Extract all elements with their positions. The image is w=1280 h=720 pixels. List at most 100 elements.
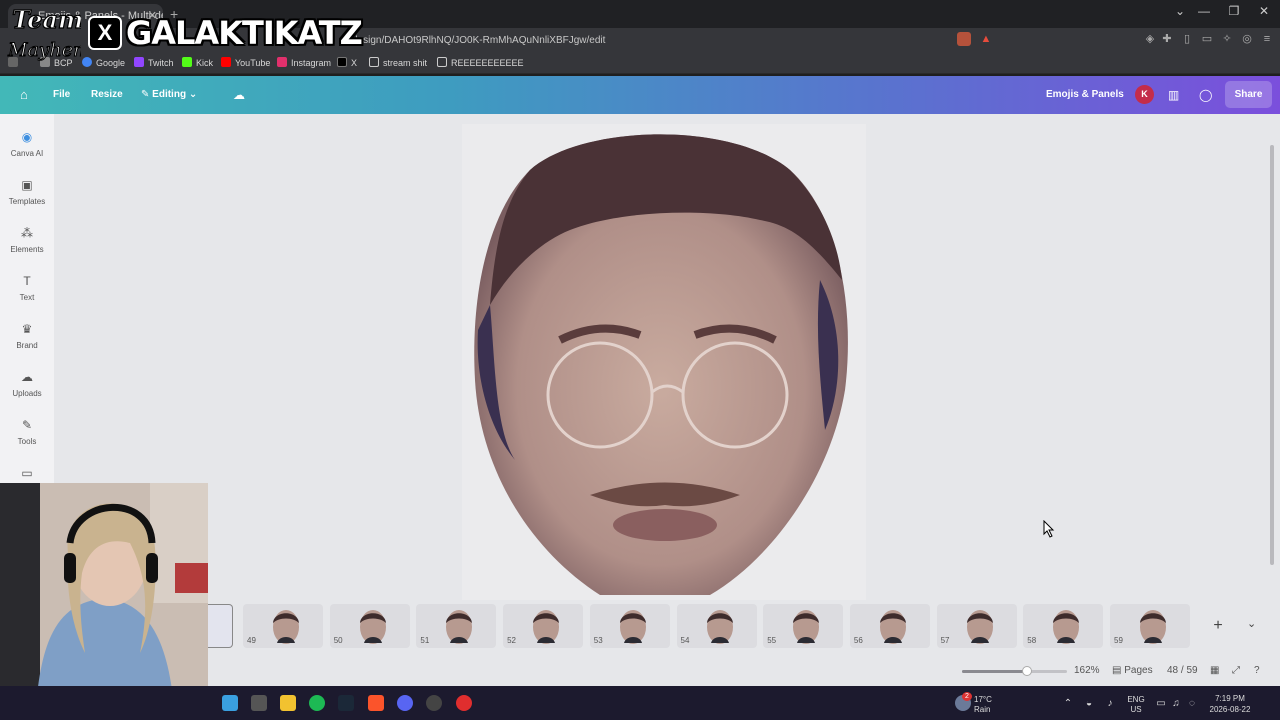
page-thumbnail[interactable]: 54: [676, 604, 757, 648]
weather-badge: 2: [962, 692, 972, 701]
page-thumbnail[interactable]: 52: [503, 604, 584, 648]
language-bottom[interactable]: US: [1126, 705, 1146, 714]
bookmark-label: Kick: [196, 58, 214, 68]
sidebar-item-text[interactable]: T Text: [0, 274, 54, 302]
page-thumbnail-current[interactable]: [208, 604, 233, 648]
file-menu[interactable]: File: [53, 76, 70, 114]
url-field[interactable]: design/DAHOt9RlhNQ/JO0K-RmMhAQuNnliXBFJg…: [352, 32, 952, 50]
pages-button[interactable]: ▤ Pages: [1112, 665, 1153, 676]
google-icon: [82, 57, 92, 67]
canvas-scrollbar[interactable]: [1270, 145, 1274, 565]
bookmark-folder-reee[interactable]: REEEEEEEEEEE: [437, 55, 524, 71]
share-button[interactable]: Share: [1225, 81, 1272, 108]
close-window-button[interactable]: ✕: [1249, 4, 1279, 18]
minimize-button[interactable]: —: [1189, 4, 1219, 18]
pencil-icon: ✎: [141, 89, 153, 100]
bookmark-label: Google: [96, 58, 126, 68]
clock-date[interactable]: 2026-08-22: [1206, 705, 1254, 714]
widgets-icon[interactable]: [222, 695, 238, 711]
sidebar-item-label: Uploads: [12, 389, 42, 398]
vpn-icon[interactable]: ◎: [1240, 32, 1254, 46]
bookmark-youtube[interactable]: YouTube: [221, 55, 270, 71]
notification-icon[interactable]: ◌: [1186, 699, 1198, 709]
sidebar-item-brand[interactable]: ♛ Brand: [0, 322, 54, 350]
sidebar-item-templates[interactable]: ▣ Templates: [0, 178, 54, 206]
calculator-icon[interactable]: [251, 695, 267, 711]
face-cutout-image[interactable]: [470, 130, 852, 600]
chevron-up-icon[interactable]: ⌃: [1062, 699, 1074, 709]
editing-label: Editing: [152, 89, 187, 100]
avatar[interactable]: K: [1135, 85, 1154, 104]
fullscreen-icon[interactable]: ⤢: [1232, 665, 1240, 676]
microphone-icon[interactable]: ♪: [1104, 699, 1116, 709]
editor-sidebar: ◉ Canva AI ▣ Templates ⁂ Elements T Text…: [0, 114, 54, 484]
help-icon[interactable]: ?: [1254, 665, 1260, 676]
leo-icon[interactable]: ✧: [1220, 32, 1234, 46]
language-top[interactable]: ENG: [1126, 695, 1146, 704]
grid-view-icon[interactable]: ▦: [1210, 665, 1219, 676]
file-explorer-icon[interactable]: [280, 695, 296, 711]
page-thumbnail[interactable]: 49: [243, 604, 323, 648]
chevron-down-icon[interactable]: ⌄: [1247, 617, 1256, 630]
resize-button[interactable]: Resize: [91, 76, 123, 114]
bookmark-google[interactable]: Google: [82, 55, 125, 71]
sidebar-item-tools[interactable]: ✎ Tools: [0, 418, 54, 446]
page-thumbnail[interactable]: 55: [763, 604, 844, 648]
network-tray-icon[interactable]: ◒: [1083, 699, 1095, 709]
add-page-button[interactable]: +: [1207, 615, 1229, 637]
page-thumbnail[interactable]: 56: [849, 604, 930, 648]
cloud-save-icon[interactable]: ☁: [233, 76, 245, 114]
thumbnail-face-image: [359, 610, 386, 644]
pages-icon: ▤: [1112, 665, 1125, 676]
display-icon[interactable]: ▭: [1155, 699, 1167, 709]
streamlabs-icon[interactable]: [456, 695, 472, 711]
clock-time[interactable]: 7:19 PM: [1206, 694, 1254, 703]
page-number: 55: [767, 636, 777, 645]
menu-icon[interactable]: ≡: [1260, 32, 1274, 46]
extension-icon[interactable]: ◈: [1143, 32, 1157, 46]
page-thumbnail[interactable]: 58: [1023, 604, 1104, 648]
sidebar-item-uploads[interactable]: ☁ Uploads: [0, 370, 54, 398]
editing-mode-button[interactable]: ✎ Editing ⌄: [141, 76, 197, 114]
home-icon[interactable]: ⌂: [20, 76, 28, 114]
sidebar-item-elements[interactable]: ⁂ Elements: [0, 226, 54, 254]
brave-shield-icon[interactable]: [957, 32, 971, 46]
weather-desc: Rain: [974, 705, 991, 714]
bookmark-kick[interactable]: Kick: [182, 55, 213, 71]
page-thumbnail[interactable]: 51: [416, 604, 497, 648]
wallet-icon[interactable]: ▭: [1200, 32, 1214, 46]
bookmark-label: Twitch: [148, 58, 174, 68]
obs-icon[interactable]: [426, 695, 442, 711]
thumbnail-face-image: [793, 610, 820, 644]
brave-icon[interactable]: [368, 695, 384, 711]
volume-icon[interactable]: ♫: [1170, 699, 1182, 709]
pages-label: Pages: [1124, 665, 1153, 676]
chevron-down-icon: ⌄: [188, 89, 198, 100]
zoom-percentage[interactable]: 162%: [1074, 665, 1100, 676]
bookmark-twitch[interactable]: Twitch: [134, 55, 174, 71]
sidebar-item-canva-ai[interactable]: ◉ Canva AI: [0, 130, 54, 158]
comment-icon[interactable]: ◯: [1199, 76, 1212, 114]
page-thumbnail[interactable]: 57: [936, 604, 1017, 648]
page-number: 58: [1027, 636, 1037, 645]
page-thumbnail[interactable]: 53: [589, 604, 670, 648]
streamer-handle: GALAKTIKATZ: [126, 14, 363, 52]
sidebar-item-label: Elements: [10, 245, 44, 254]
spotify-icon[interactable]: [309, 695, 325, 711]
brave-rewards-icon[interactable]: ▲: [979, 32, 993, 46]
discord-icon[interactable]: [397, 695, 413, 711]
sidebar-icon[interactable]: ▯: [1180, 32, 1194, 46]
sidebar-item-projects[interactable]: ▭: [0, 466, 54, 480]
page-number: 49: [247, 636, 256, 645]
page-number: 53: [593, 636, 603, 645]
steam-icon[interactable]: [338, 695, 354, 711]
bookmark-folder-stream[interactable]: stream shit: [369, 55, 427, 71]
page-thumbnail[interactable]: 50: [329, 604, 410, 648]
bookmark-x[interactable]: X: [337, 55, 357, 71]
puzzle-icon[interactable]: ✚: [1160, 32, 1174, 46]
bookmark-instagram[interactable]: Instagram: [277, 55, 331, 71]
page-thumbnail[interactable]: 59: [1110, 604, 1190, 648]
project-title[interactable]: Emojis & Panels: [1046, 76, 1124, 114]
maximize-button[interactable]: ❐: [1219, 4, 1249, 18]
analytics-icon[interactable]: ▥: [1168, 76, 1179, 114]
